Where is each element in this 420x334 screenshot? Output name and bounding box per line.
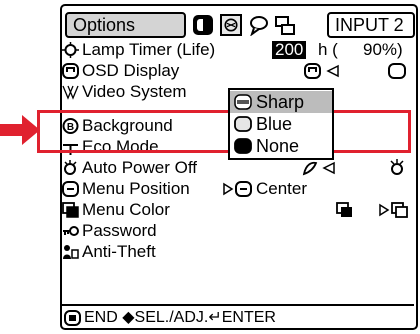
lamp-hours-value: 200 xyxy=(272,41,307,59)
background-option-sharp[interactable]: Sharp xyxy=(230,91,332,113)
option-label: None xyxy=(256,136,300,156)
password-icon xyxy=(63,226,79,236)
background-options-popup: Sharp Blue None xyxy=(228,88,334,160)
menu-item-lamp-timer[interactable]: Lamp Timer (Life) 200 h ( 90%) xyxy=(60,40,414,60)
menu-color-opaque-icon xyxy=(336,202,352,217)
menu-color-icon xyxy=(62,202,79,218)
menu-item-menu-color[interactable]: Menu Color xyxy=(60,200,414,220)
menu-item-label: OSD Display xyxy=(82,61,180,80)
input-label: INPUT 2 xyxy=(335,15,404,35)
background-highlight-frame xyxy=(37,110,411,153)
menu-item-label: Video System xyxy=(82,82,187,101)
blue-screen-icon xyxy=(234,116,252,132)
auto-power-off-icon xyxy=(64,160,77,175)
lamp-unit: h ( xyxy=(318,40,338,59)
footer-help-bar: END ◆SEL./ADJ.↵ENTER xyxy=(60,304,414,330)
menu-item-password[interactable]: Password xyxy=(60,221,414,241)
menu-position-value: Center xyxy=(256,179,308,198)
menu-item-anti-theft[interactable]: Anti-Theft xyxy=(60,242,414,262)
menu-item-label: Password xyxy=(82,221,157,240)
menu-item-label: Anti-Theft xyxy=(82,242,156,261)
lamp-timer-icon xyxy=(62,42,79,58)
menu-item-auto-power-off[interactable]: Auto Power Off xyxy=(60,158,414,178)
speech-icon[interactable] xyxy=(248,14,270,36)
black-screen-icon xyxy=(234,138,252,154)
fine-sync-icon[interactable] xyxy=(220,14,242,36)
sharp-logo-icon xyxy=(234,94,252,110)
end-button-icon xyxy=(64,310,81,326)
footer-text: END ◆SEL./ADJ.↵ENTER xyxy=(84,309,276,326)
auto-power-on-icon xyxy=(302,161,335,176)
option-label: Sharp xyxy=(256,92,305,112)
menu-item-label: Lamp Timer (Life) xyxy=(82,40,216,59)
option-label: Blue xyxy=(256,114,293,134)
network-icon[interactable] xyxy=(274,14,296,36)
menu-position-icon xyxy=(62,181,79,197)
picture-icon[interactable] xyxy=(192,14,214,36)
background-option-none[interactable]: None xyxy=(230,135,332,157)
osd-off-icon xyxy=(388,63,406,79)
auto-power-off-value-icon xyxy=(390,159,404,175)
tab-options[interactable]: Options xyxy=(65,12,186,38)
pointer-arrow-icon xyxy=(0,115,40,145)
position-center-icon xyxy=(223,181,252,197)
osd-on-icon xyxy=(304,63,339,79)
menu-item-label: Menu Color xyxy=(82,200,170,219)
menu-color-translucent-icon xyxy=(379,202,408,218)
lamp-percent-value: 90%) xyxy=(363,40,403,59)
anti-theft-icon xyxy=(63,245,79,259)
menu-item-menu-position[interactable]: Menu Position Center xyxy=(60,179,414,199)
input-indicator: INPUT 2 xyxy=(327,12,415,38)
menu-item-label: Auto Power Off xyxy=(82,158,197,177)
osd-display-icon xyxy=(62,63,79,79)
tab-options-label: Options xyxy=(73,15,136,35)
menu-item-osd-display[interactable]: OSD Display xyxy=(60,61,414,81)
menu-item-label: Menu Position xyxy=(82,179,190,198)
video-system-icon xyxy=(62,85,79,100)
background-option-blue[interactable]: Blue xyxy=(230,113,332,135)
